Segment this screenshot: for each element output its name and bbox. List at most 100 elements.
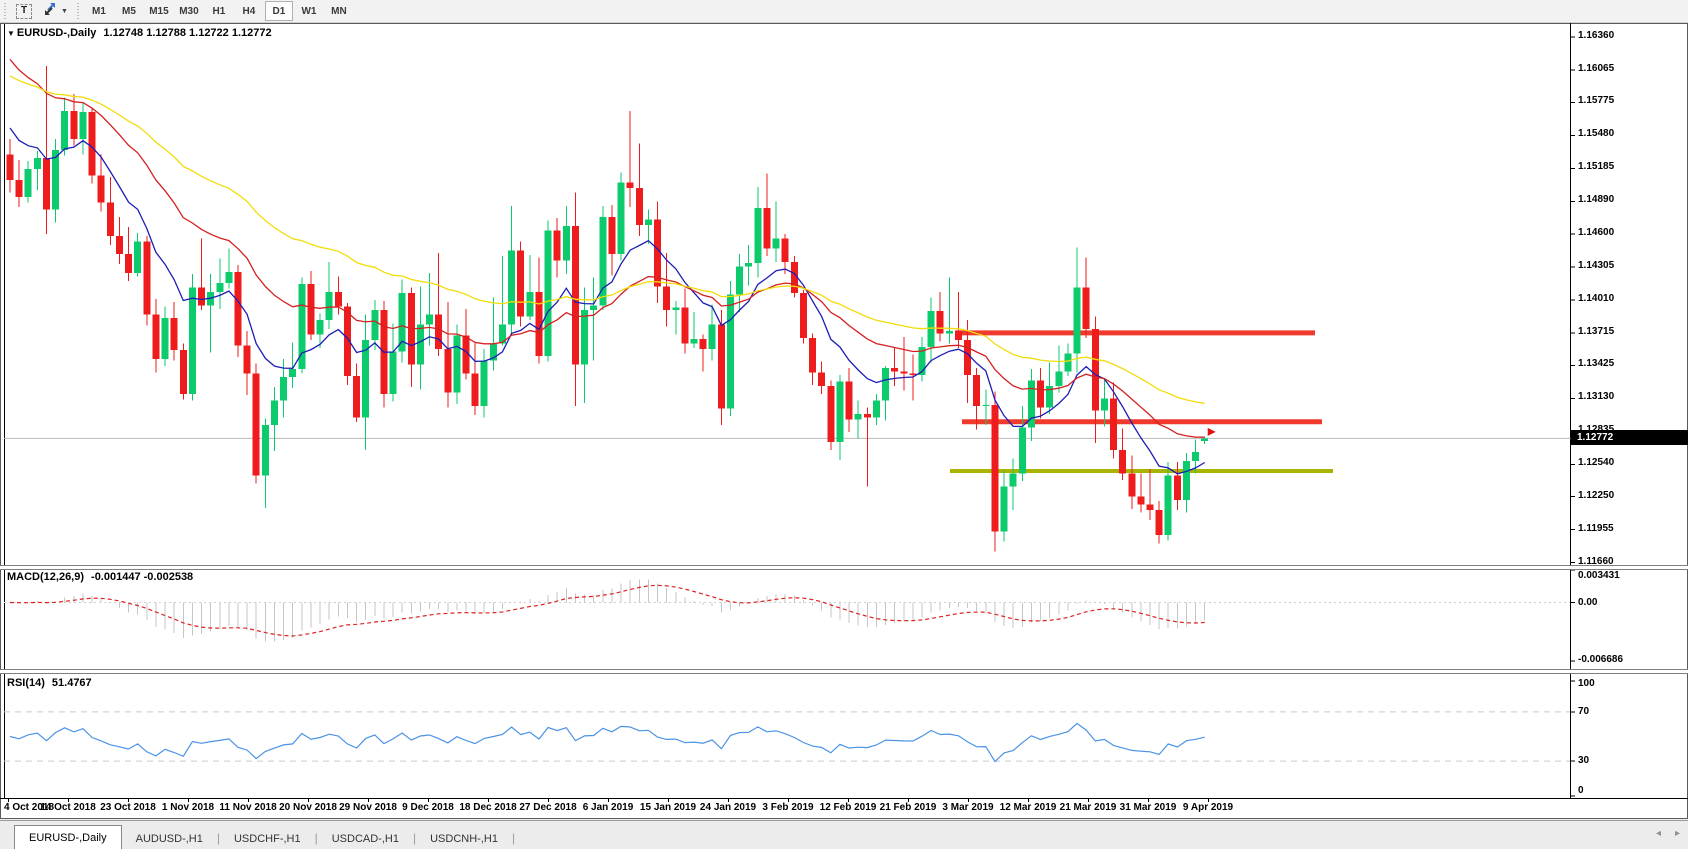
candle-body <box>253 374 260 476</box>
candle-body <box>362 340 369 417</box>
candle-body <box>180 350 187 394</box>
candle-body <box>645 219 652 225</box>
candle-body <box>700 339 707 349</box>
candle-body <box>1055 371 1062 386</box>
candle-body <box>773 238 780 248</box>
candle-body <box>809 338 816 373</box>
candle-body <box>152 314 159 359</box>
candle-body <box>1074 288 1081 354</box>
candle-body <box>745 263 752 266</box>
candle-body <box>827 386 834 442</box>
timeframe-button-m5[interactable]: M5 <box>115 1 143 21</box>
timeframe-button-h4[interactable]: H4 <box>235 1 263 21</box>
text-tool-button[interactable]: T <box>12 1 36 21</box>
macd-signal-line <box>10 585 1205 636</box>
rsi-line <box>10 723 1205 761</box>
chart-tab-usdchf[interactable]: USDCHF-,H1 <box>220 828 315 849</box>
candle-body <box>1001 487 1008 532</box>
chart-title-quotes: 1.12748 1.12788 1.12722 1.12772 <box>103 27 271 39</box>
rsi-name: RSI(14) <box>7 677 45 689</box>
candle-body <box>1037 380 1044 407</box>
candle-body <box>545 231 552 356</box>
tabs-holder: EURUSD-,DailyAUDUSD-,H1|USDCHF-,H1|USDCA… <box>0 825 515 849</box>
candle-body <box>70 111 77 139</box>
candle-body <box>472 374 479 406</box>
timeframe-button-mn[interactable]: MN <box>325 1 353 21</box>
candle-body <box>7 154 14 180</box>
candle-body <box>371 310 378 340</box>
timeframe-button-group: M1M5M15M30H1H4D1W1MN <box>84 1 354 21</box>
candle-body <box>216 283 223 292</box>
tab-scroll-right-icon[interactable]: ▸ <box>1675 827 1680 841</box>
candle-body <box>1119 450 1126 473</box>
candle-body <box>1156 510 1163 535</box>
collapse-triangle-icon[interactable]: ▼ <box>7 29 15 38</box>
candle-body <box>846 382 853 420</box>
candle-body <box>836 382 843 442</box>
candle-body <box>955 331 962 340</box>
candle-body <box>572 226 579 365</box>
candle-body <box>52 150 59 209</box>
tab-separator: | <box>512 831 515 845</box>
candle-body <box>453 336 460 393</box>
macd-values: -0.001447 -0.002538 <box>91 571 193 583</box>
candle-body <box>61 111 68 150</box>
tab-scroll-left-icon[interactable]: ◂ <box>1656 827 1661 841</box>
candle-body <box>171 318 178 350</box>
rsi-value: 51.4767 <box>52 677 92 689</box>
candle-body <box>736 266 743 294</box>
dropdown-caret-icon: ▼ <box>61 8 68 15</box>
chart-tab-usdcad[interactable]: USDCAD-,H1 <box>318 828 413 849</box>
candle-body <box>244 346 251 374</box>
candle-body <box>353 376 360 417</box>
candle-body <box>864 414 871 417</box>
candle-body <box>435 314 442 349</box>
candle-body <box>663 286 670 309</box>
candle-body <box>326 292 333 320</box>
time-axis-line <box>0 798 1688 799</box>
candle-body <box>1137 497 1144 505</box>
candle-body <box>691 339 698 343</box>
toolbar-group-grip[interactable] <box>76 3 81 19</box>
main-macd-splitter[interactable] <box>0 565 1688 570</box>
candle-body <box>608 217 615 254</box>
chart-canvas[interactable] <box>0 23 1688 820</box>
chart-tab-audusd[interactable]: AUDUSD-,H1 <box>122 828 217 849</box>
timeframe-button-m15[interactable]: M15 <box>145 1 173 21</box>
price-arrow-marker[interactable] <box>1208 428 1216 436</box>
candle-body <box>1010 473 1017 486</box>
candle-body <box>189 288 196 394</box>
candle-body <box>891 368 898 371</box>
candle-body <box>964 340 971 375</box>
candle-body <box>1019 427 1026 473</box>
macd-rsi-splitter[interactable] <box>0 669 1688 674</box>
candle-body <box>16 180 23 197</box>
text-tool-icon: T <box>16 4 32 19</box>
timeframe-button-w1[interactable]: W1 <box>295 1 323 21</box>
chart-title-symbol: EURUSD-,Daily <box>17 27 96 39</box>
tab-scroll-arrows: ◂ ▸ <box>1656 827 1680 841</box>
candle-body <box>116 236 123 254</box>
candle-body <box>946 331 953 333</box>
timeframe-button-d1[interactable]: D1 <box>265 1 293 21</box>
candle-body <box>444 349 451 393</box>
candle-body <box>1092 329 1099 411</box>
timeframe-button-m30[interactable]: M30 <box>175 1 203 21</box>
toolbar-drag-grip[interactable] <box>3 3 8 19</box>
arrows-tool-icon <box>42 2 58 21</box>
timeframe-button-h1[interactable]: H1 <box>205 1 233 21</box>
candle-body <box>508 251 515 325</box>
timeframe-button-m1[interactable]: M1 <box>85 1 113 21</box>
current-price-tag: 1.12772 <box>1571 430 1688 445</box>
candle-body <box>818 373 825 386</box>
candle-body <box>481 360 488 406</box>
candle-body <box>681 308 688 344</box>
chart-tab-eurusd[interactable]: EURUSD-,Daily <box>14 825 122 849</box>
draw-arrows-button[interactable]: ▼ <box>38 1 72 21</box>
candle-body <box>763 208 770 248</box>
candle-body <box>1083 288 1090 329</box>
candle-body <box>873 401 880 418</box>
candle-body <box>900 371 907 373</box>
chart-tab-usdcnh[interactable]: USDCNH-,H1 <box>416 828 512 849</box>
candle-body <box>134 242 141 273</box>
